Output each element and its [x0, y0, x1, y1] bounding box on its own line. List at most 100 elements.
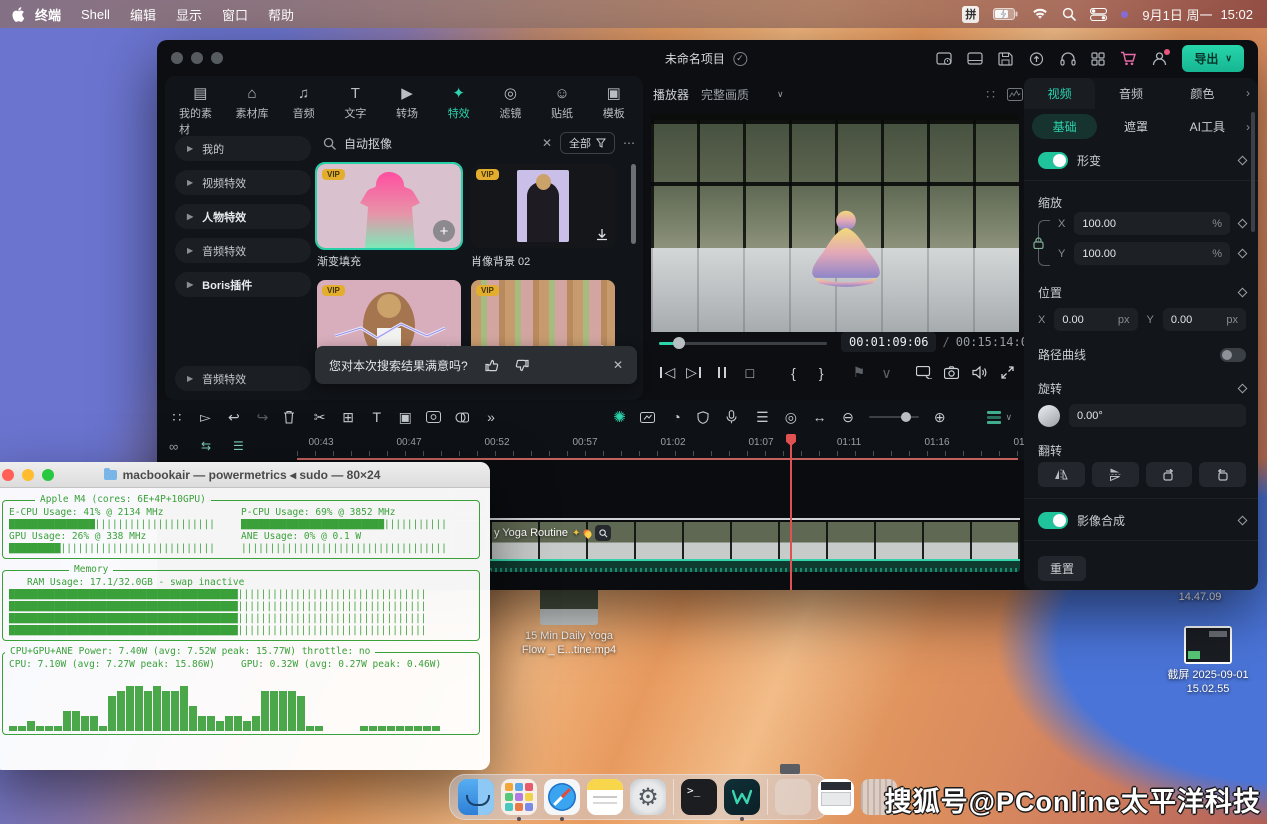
menu-app-name[interactable]: 终端 — [25, 5, 71, 24]
more-tools-icon[interactable]: » — [483, 409, 499, 425]
desktop-file-yoga-mp4[interactable]: 15 Min Daily Yoga Flow _ E...tine.mp4 — [510, 585, 628, 657]
download-icon[interactable] — [595, 228, 609, 242]
apps-grid-icon[interactable] — [1091, 52, 1105, 66]
path-curve-toggle[interactable] — [1220, 348, 1246, 362]
subtab-ai-tools[interactable]: AI工具 — [1175, 114, 1240, 139]
dock-launchpad-icon[interactable] — [501, 779, 537, 815]
input-method-icon[interactable]: 拼 — [962, 6, 979, 23]
playback-slider-knob[interactable] — [673, 337, 685, 349]
audio-mixer-icon[interactable]: ☰ — [755, 409, 771, 426]
quality-dropdown[interactable]: 完整画质∨ — [701, 86, 784, 103]
link-clips-icon[interactable]: ⇆ — [201, 439, 211, 453]
zoom-window-button[interactable] — [211, 52, 223, 64]
menu-window[interactable]: 窗口 — [212, 5, 258, 24]
category-audio-effects[interactable]: ▶音频特效 — [175, 238, 311, 263]
apple-menu[interactable] — [12, 7, 25, 22]
dock-safari-icon[interactable] — [544, 779, 580, 815]
dock-filmora-icon[interactable] — [724, 779, 760, 815]
category-people-effects[interactable]: ▶人物特效 — [175, 204, 311, 229]
upload-cloud-icon[interactable] — [1028, 52, 1045, 66]
account-avatar-icon[interactable] — [1152, 51, 1167, 66]
search-query[interactable]: 自动抠像 — [344, 135, 392, 152]
screen-record-icon[interactable] — [426, 411, 442, 423]
keyframe-diamond-icon[interactable] — [1238, 219, 1248, 229]
stop-button[interactable]: □ — [738, 365, 762, 381]
compositing-toggle[interactable] — [1038, 512, 1068, 529]
chevron-right-icon[interactable]: › — [1246, 120, 1250, 134]
marker-dropdown-icon[interactable]: ∨ — [875, 366, 899, 380]
menu-view[interactable]: 显示 — [166, 5, 212, 24]
track-height-button[interactable]: ∨ — [987, 411, 1013, 424]
mark-in-button[interactable]: { — [782, 365, 806, 381]
zoom-slider-knob[interactable] — [901, 412, 911, 422]
crop-icon[interactable]: ⊞ — [340, 409, 356, 426]
fullscreen-icon[interactable] — [995, 366, 1019, 379]
close-window-button[interactable] — [171, 52, 183, 64]
zoom-out-icon[interactable]: ⊖ — [840, 409, 856, 426]
chevron-right-icon[interactable]: › — [1238, 86, 1258, 100]
props-scrollbar[interactable] — [1251, 112, 1255, 232]
video-clip[interactable]: y Yoga Routine ✦ — [490, 522, 1020, 572]
thumbs-up-icon[interactable] — [484, 358, 499, 373]
text-tool-icon[interactable]: T — [369, 409, 385, 425]
mask-tool-icon[interactable] — [455, 411, 471, 424]
split-scissors-icon[interactable]: ✂ — [312, 409, 328, 426]
scope-icon[interactable] — [1007, 88, 1023, 101]
smart-cut-icon[interactable]: ✺ — [612, 408, 628, 426]
desktop-file-screenshot-2[interactable]: 截屏 2025-09-01 15.02.55 — [1150, 626, 1266, 696]
save-icon[interactable] — [998, 52, 1013, 66]
speed-ramp-icon[interactable] — [640, 411, 656, 424]
workspace-grid-icon[interactable]: ∷ — [169, 409, 185, 426]
dock-document-icon[interactable] — [775, 779, 811, 815]
rotation-knob[interactable] — [1038, 405, 1060, 427]
select-cursor-icon[interactable]: ▻ — [198, 409, 214, 426]
category-video-effects[interactable]: ▶视频特效 — [175, 170, 311, 195]
effect-card-gradient-fill[interactable]: VIP + 渐变填充 — [317, 164, 461, 269]
playhead[interactable] — [790, 434, 792, 590]
track-manager-icon[interactable]: ☰ — [233, 439, 244, 453]
keyframe-diamond-icon[interactable] — [1238, 516, 1248, 526]
keyframe-diamond-icon[interactable] — [1238, 156, 1248, 166]
menu-shell[interactable]: Shell — [71, 7, 120, 22]
keyframe-diamond-icon[interactable] — [1238, 288, 1248, 298]
category-boris-plugin[interactable]: ▶Boris插件 — [175, 272, 311, 297]
zoom-in-icon[interactable]: ⊕ — [932, 409, 948, 426]
magnetic-timeline-icon[interactable]: ∞ — [169, 439, 178, 454]
clear-search-icon[interactable]: ✕ — [542, 136, 552, 150]
voiceover-mic-icon[interactable] — [726, 410, 742, 424]
props-tab-color[interactable]: 颜色 — [1167, 78, 1238, 109]
category-mine[interactable]: ▶我的 — [175, 136, 311, 161]
previous-frame-button[interactable]: ◁ — [655, 364, 679, 381]
mirror-display-icon[interactable] — [912, 366, 936, 379]
delete-icon[interactable] — [283, 410, 299, 424]
props-tab-video[interactable]: 视频 — [1024, 78, 1095, 109]
wifi-icon[interactable] — [1032, 8, 1048, 20]
dock-screenshot-stack-icon[interactable] — [818, 779, 854, 815]
subtab-mask[interactable]: 遮罩 — [1103, 114, 1168, 139]
terminal-output[interactable]: Apple M4 (cores: 6E+4P+10GPU) E-CPU Usag… — [0, 488, 490, 746]
undo-icon[interactable]: ↩ — [226, 409, 242, 426]
close-window-button[interactable] — [2, 469, 14, 481]
snapshot-camera-icon[interactable] — [940, 366, 964, 379]
support-headset-icon[interactable] — [1060, 52, 1076, 66]
scale-y-input[interactable]: 100.00% — [1074, 242, 1230, 265]
mark-out-button[interactable]: } — [809, 365, 833, 381]
next-frame-button[interactable]: ▷ — [683, 364, 707, 381]
dock-settings-icon[interactable]: ⚙ — [630, 779, 666, 815]
rotate-cw-button[interactable] — [1146, 462, 1193, 487]
more-options-icon[interactable]: ⋯ — [623, 136, 635, 150]
keyframe-diamond-icon[interactable] — [1238, 384, 1248, 394]
keyframe-diamond-icon[interactable] — [1238, 249, 1248, 259]
pause-button[interactable] — [710, 367, 734, 378]
export-button[interactable]: 导出∨ — [1182, 45, 1244, 72]
rotate-ccw-button[interactable] — [1199, 462, 1246, 487]
dock-notes-icon[interactable] — [587, 779, 623, 815]
menu-date[interactable]: 9月1日 周一 — [1142, 5, 1212, 24]
timeline-zoom-slider[interactable] — [869, 416, 919, 419]
redo-icon[interactable]: ↪ — [255, 409, 271, 426]
flip-vertical-button[interactable] — [1092, 462, 1139, 487]
category-audio-effects-2[interactable]: ▶音频特效 — [175, 366, 311, 391]
props-tab-audio[interactable]: 音频 — [1095, 78, 1166, 109]
render-preview-icon[interactable] — [936, 52, 952, 66]
video-preview[interactable] — [651, 114, 1019, 332]
